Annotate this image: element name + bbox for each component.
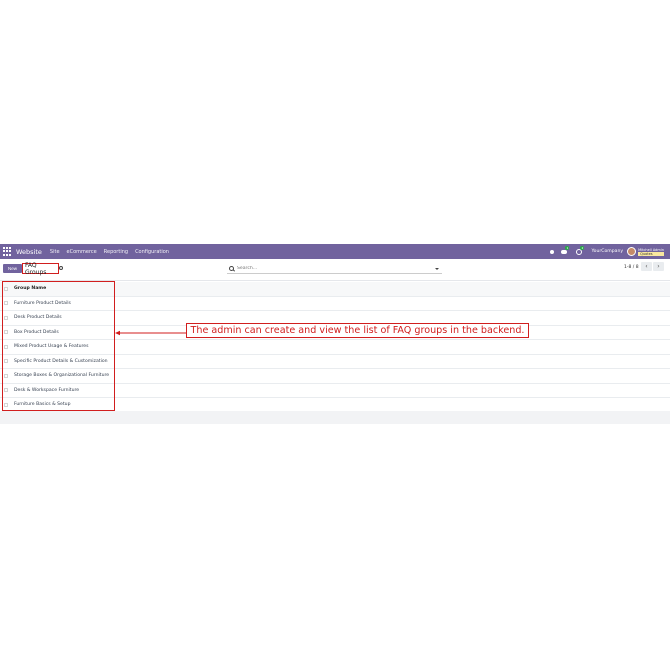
app-name[interactable]: Website <box>16 248 42 256</box>
activity-clock-icon[interactable]: 2 <box>576 245 585 255</box>
search-input[interactable] <box>237 266 432 271</box>
menu-item-configuration[interactable]: Configuration <box>135 249 169 255</box>
list-highlight-box <box>2 281 115 411</box>
search-bar <box>227 264 442 274</box>
search-icon <box>229 266 234 271</box>
database-badge: Quotes <box>638 251 664 256</box>
chat-icon[interactable]: 1 <box>561 245 570 255</box>
navbar-systray: 1 2 YourCompany Mitchell Admin Quotes <box>550 244 670 259</box>
pager-value[interactable]: 1-8 / 8 <box>624 265 639 270</box>
pager-next-button[interactable]: › <box>653 262 664 271</box>
pager-previous-button[interactable]: ‹ <box>641 262 652 271</box>
breadcrumb: FAQ Groups <box>22 261 59 276</box>
status-dot-icon[interactable] <box>550 249 555 254</box>
menu-item-ecommerce[interactable]: eCommerce <box>67 249 97 255</box>
user-menu[interactable]: Mitchell Admin Quotes <box>638 248 664 256</box>
chevron-right-icon: › <box>657 263 660 270</box>
chevron-down-icon[interactable] <box>435 267 439 270</box>
app-grid-icon[interactable] <box>3 247 12 256</box>
company-switcher[interactable]: YourCompany <box>591 249 623 254</box>
page-title: FAQ Groups <box>25 261 47 276</box>
menu-item-site[interactable]: Site <box>50 249 60 255</box>
new-button[interactable]: New <box>3 264 22 273</box>
menu-item-reporting[interactable]: Reporting <box>104 249 128 255</box>
annotation-callout: The admin can create and view the list o… <box>186 323 529 338</box>
avatar[interactable] <box>627 247 637 256</box>
top-navbar: Website Site eCommerce Reporting Configu… <box>0 244 670 259</box>
screenshot-canvas: Website Site eCommerce Reporting Configu… <box>0 0 670 670</box>
list-footer <box>0 411 670 424</box>
callout-arrow-icon <box>115 330 186 336</box>
chat-badge: 1 <box>565 245 570 250</box>
chevron-left-icon: ‹ <box>645 263 648 270</box>
gear-icon[interactable] <box>59 266 63 270</box>
activity-badge: 2 <box>580 245 585 250</box>
annotation-text: The admin can create and view the list o… <box>190 325 525 336</box>
